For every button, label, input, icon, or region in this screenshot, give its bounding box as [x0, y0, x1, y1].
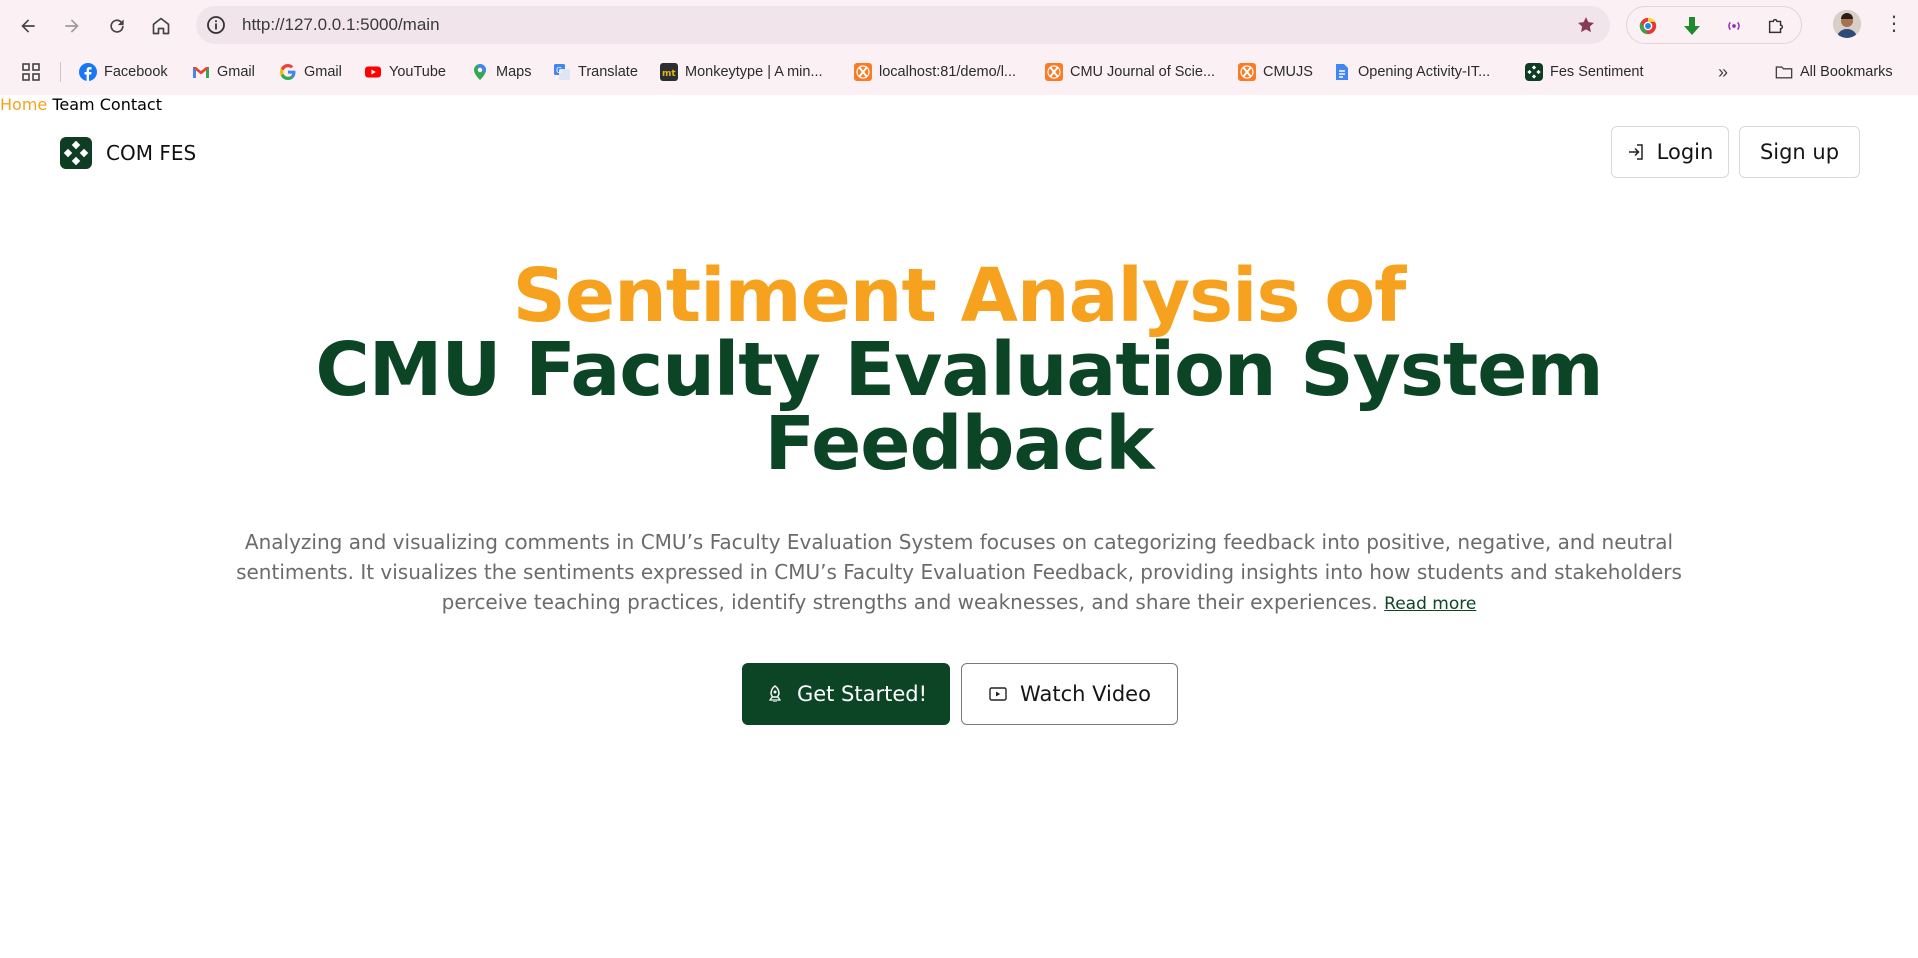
bookmark-monkeytype[interactable]: mt Monkeytype | A min...: [660, 60, 823, 84]
signup-label: Sign up: [1759, 140, 1840, 164]
browser-menu-icon[interactable]: ⋮: [1884, 12, 1904, 36]
bookmark-cmu-journal[interactable]: CMU Journal of Scie...: [1045, 60, 1215, 84]
bookmark-label: Facebook: [104, 64, 168, 80]
bookmark-opening-activity[interactable]: Opening Activity-IT...: [1333, 60, 1490, 84]
bookmark-label: Monkeytype | A min...: [685, 64, 823, 80]
page-content: COM FES Home Team Contact Login Sign up …: [0, 95, 1918, 958]
fes-logo-icon: [1525, 63, 1543, 81]
signup-button[interactable]: Sign up: [1739, 126, 1860, 178]
browser-toolbar: http://127.0.0.1:5000/main ⋮: [0, 0, 1918, 50]
broadcast-icon[interactable]: [1723, 15, 1745, 37]
gmail-icon: [192, 63, 210, 81]
translate-icon: G: [553, 63, 571, 81]
bookmark-fes-sentiment[interactable]: Fes Sentiment: [1525, 60, 1644, 84]
login-button[interactable]: Login: [1611, 126, 1729, 178]
get-started-label: Get Started!: [796, 682, 928, 706]
forward-arrow-icon: [65, 19, 79, 33]
bookmark-label: Gmail: [304, 64, 342, 80]
forward-button[interactable]: [56, 10, 88, 42]
bookmark-localhost-demo[interactable]: localhost:81/demo/l...: [854, 60, 1016, 84]
rocket-icon: [765, 684, 785, 704]
svg-text:mt: mt: [662, 69, 676, 79]
docs-icon: [1333, 63, 1351, 81]
hero-description: Analyzing and visualizing comments in CM…: [205, 527, 1713, 619]
maps-icon: [471, 63, 489, 81]
login-icon: [1627, 143, 1645, 161]
folder-icon: [1775, 63, 1793, 81]
get-started-button[interactable]: Get Started!: [742, 663, 950, 725]
nav-team[interactable]: Team: [52, 95, 94, 114]
bookmark-cmujs[interactable]: CMUJS: [1238, 60, 1313, 84]
address-bar[interactable]: http://127.0.0.1:5000/main: [196, 6, 1610, 44]
reload-button[interactable]: [101, 10, 133, 42]
bookmark-label: CMUJS: [1263, 64, 1313, 80]
xampp-icon: [1238, 63, 1256, 81]
bookmark-label: localhost:81/demo/l...: [879, 64, 1017, 80]
brand-name: COM FES: [106, 141, 197, 165]
all-bookmarks-label: All Bookmarks: [1800, 64, 1893, 80]
hero-title-line3: Feedback: [764, 401, 1155, 487]
nav-home[interactable]: Home: [0, 95, 47, 114]
login-label: Login: [1656, 140, 1714, 164]
hero-title-line1: Sentiment Analysis of: [512, 253, 1407, 339]
reload-icon: [110, 19, 124, 33]
back-arrow-icon: [21, 19, 35, 33]
bookmark-gmail[interactable]: Gmail: [192, 60, 255, 84]
site-info-icon[interactable]: [206, 15, 226, 35]
bookmark-label: Gmail: [217, 64, 255, 80]
address-url[interactable]: http://127.0.0.1:5000/main: [242, 15, 440, 35]
bookmark-label: Fes Sentiment: [1550, 64, 1644, 80]
brand-link[interactable]: COM FES: [60, 137, 196, 169]
browser-chrome: http://127.0.0.1:5000/main ⋮ Facebook Gm…: [0, 0, 1918, 95]
home-button[interactable]: [145, 10, 177, 42]
youtube-icon: [364, 63, 382, 81]
google-icon: [279, 63, 297, 81]
extensions-group: [1626, 6, 1802, 44]
bookmark-label: CMU Journal of Scie...: [1070, 64, 1216, 80]
xampp-icon: [854, 63, 872, 81]
brand-logo-icon: [60, 137, 92, 169]
monkeytype-icon: mt: [660, 63, 678, 81]
bookmark-youtube[interactable]: YouTube: [364, 60, 446, 84]
svg-text:G: G: [556, 66, 562, 75]
video-play-icon: [988, 684, 1008, 704]
all-bookmarks-folder[interactable]: All Bookmarks: [1775, 60, 1893, 84]
main-nav: Home Team Contact: [0, 95, 1918, 114]
profile-avatar[interactable]: [1833, 10, 1861, 38]
bookmarks-bar: Facebook Gmail Gmail YouTube Maps G Tran…: [0, 56, 1918, 88]
nav-contact[interactable]: Contact: [100, 95, 162, 114]
bookmark-facebook[interactable]: Facebook: [79, 60, 168, 84]
watch-video-button[interactable]: Watch Video: [961, 663, 1178, 725]
watch-video-label: Watch Video: [1020, 682, 1151, 706]
bookmark-label: YouTube: [389, 64, 446, 80]
bookmarks-overflow-icon[interactable]: »: [1718, 60, 1728, 84]
read-more-link[interactable]: Read more: [1384, 594, 1476, 614]
bookmark-label: Translate: [578, 64, 638, 80]
extensions-puzzle-icon[interactable]: [1765, 15, 1787, 37]
download-arrow-icon[interactable]: [1681, 15, 1703, 37]
xampp-icon: [1045, 63, 1063, 81]
facebook-icon: [79, 63, 97, 81]
home-icon: [152, 17, 170, 35]
back-button[interactable]: [12, 10, 44, 42]
bookmark-label: Opening Activity-IT...: [1358, 64, 1491, 80]
bookmark-star-icon[interactable]: [1576, 15, 1596, 35]
hero-title-line2: CMU Faculty Evaluation System: [315, 327, 1603, 413]
bookmark-label: Maps: [496, 64, 532, 80]
bookmark-maps[interactable]: Maps: [471, 60, 531, 84]
bookmark-translate[interactable]: G Translate: [553, 60, 638, 84]
bookmark-gmail-google[interactable]: Gmail: [279, 60, 342, 84]
chrome-extension-icon[interactable]: [1637, 15, 1659, 37]
